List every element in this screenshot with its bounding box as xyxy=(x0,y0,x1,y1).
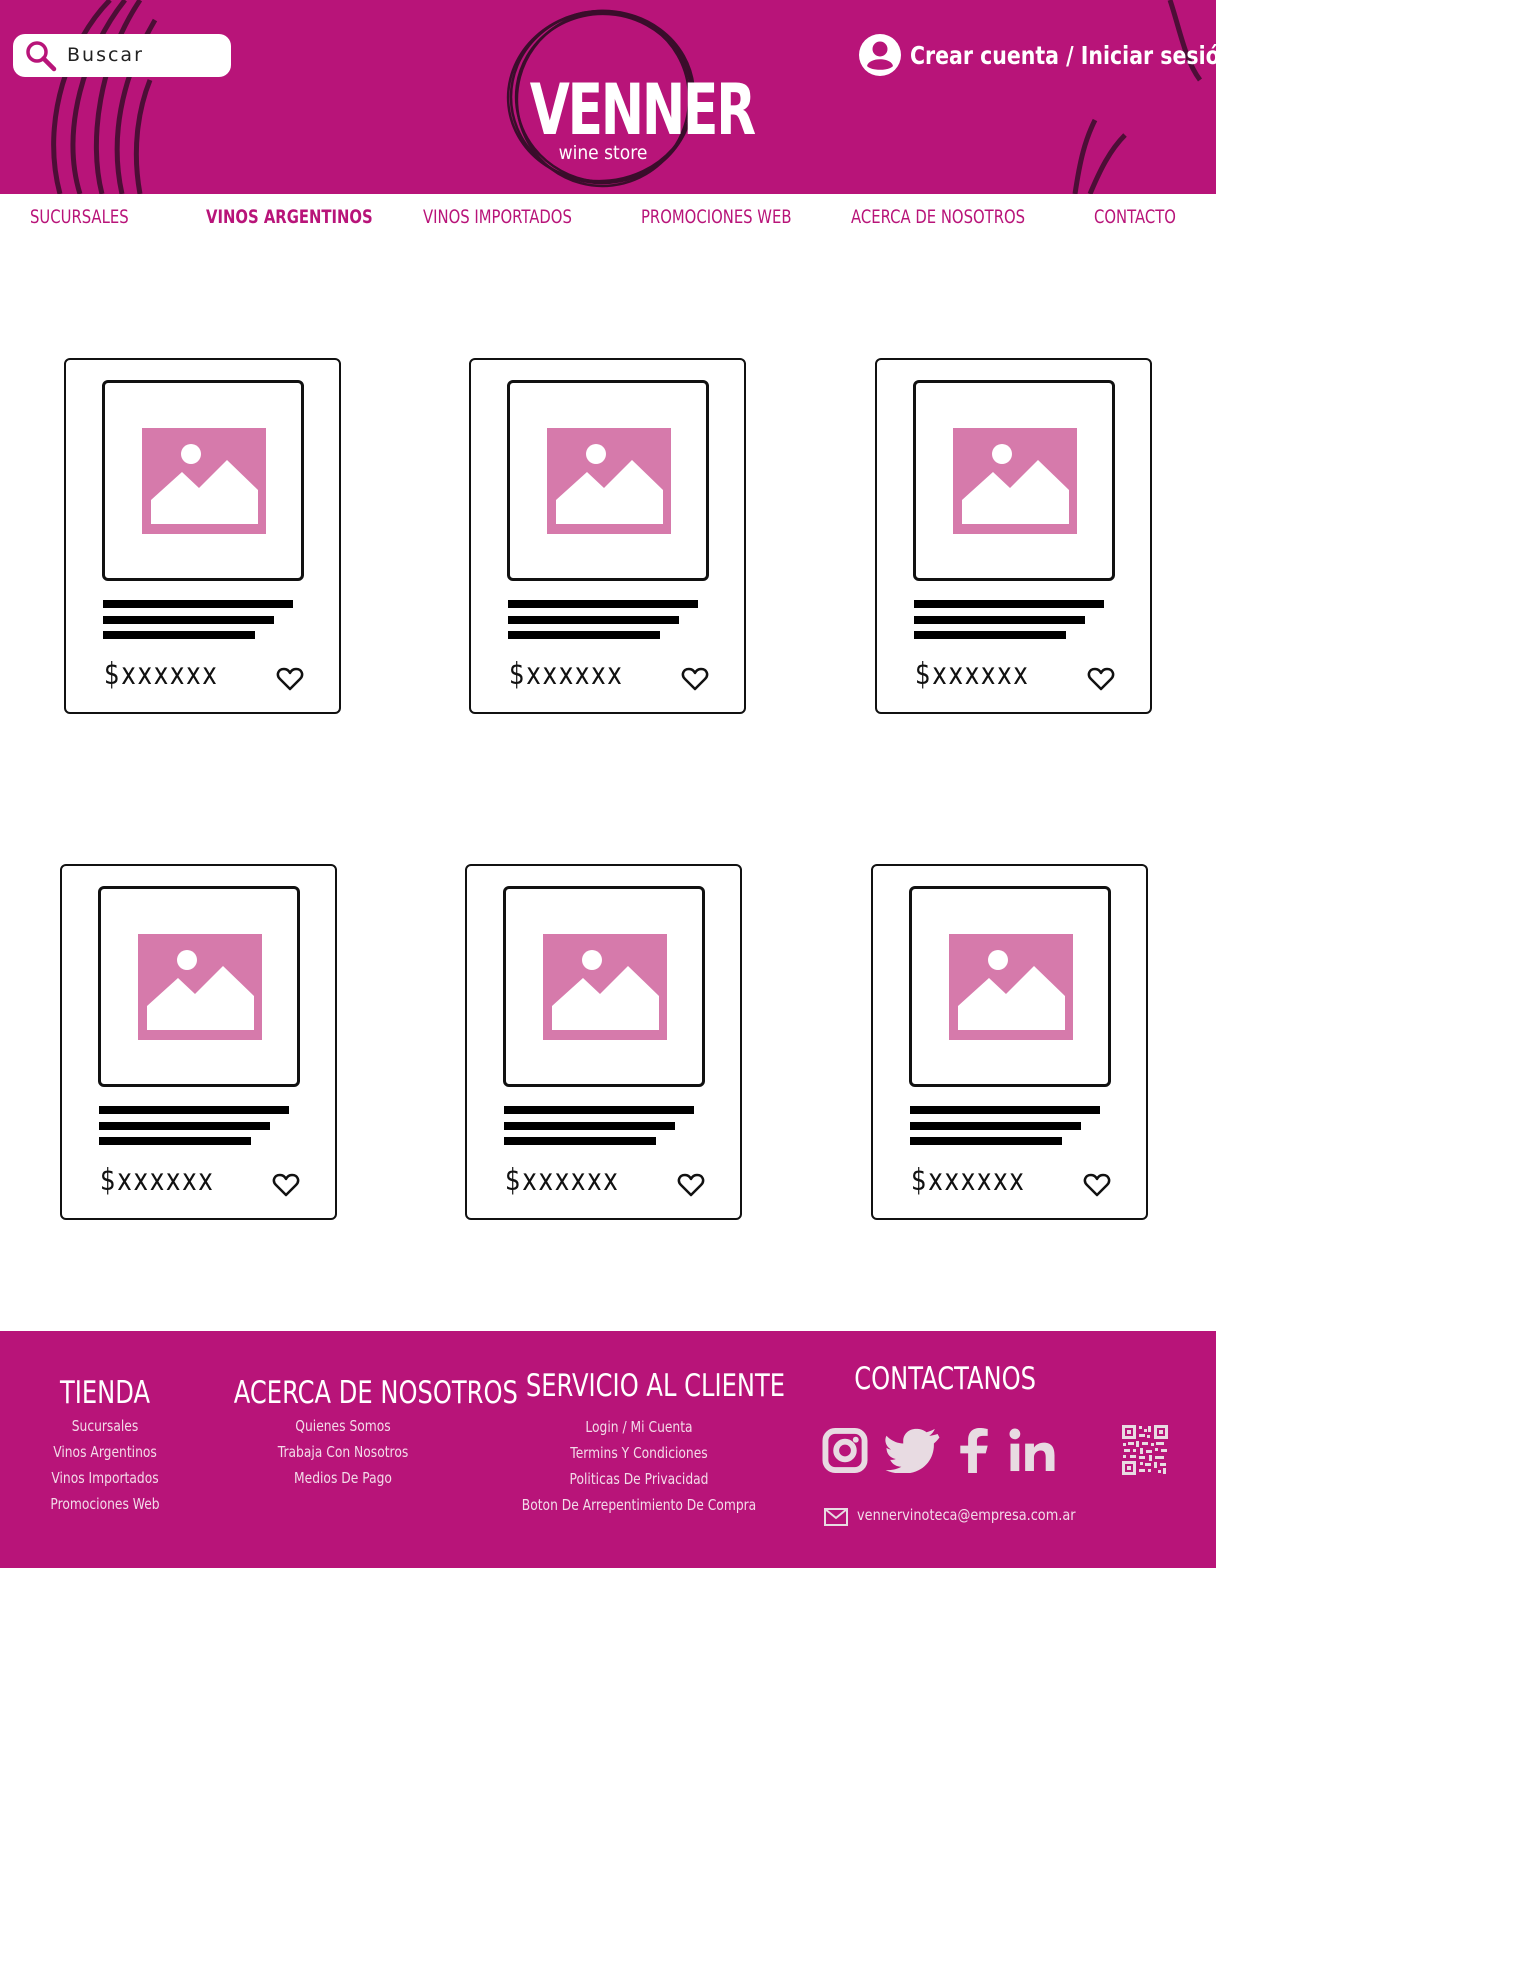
product-title-line xyxy=(914,616,1085,624)
image-placeholder-icon xyxy=(953,428,1077,534)
product-card[interactable]: $xxxxxx xyxy=(469,358,746,714)
product-title-line xyxy=(508,616,679,624)
product-price: $xxxxxx xyxy=(509,657,624,692)
product-card[interactable]: $xxxxxx xyxy=(871,864,1148,1220)
product-price: $xxxxxx xyxy=(915,657,1030,692)
image-placeholder-icon xyxy=(547,428,671,534)
product-title-line xyxy=(504,1122,675,1130)
product-card[interactable]: $xxxxxx xyxy=(875,358,1152,714)
footer-link-vinos-importados[interactable]: Vinos Importados xyxy=(27,1469,183,1487)
heart-icon[interactable] xyxy=(1083,1171,1111,1199)
search-box[interactable] xyxy=(13,34,231,77)
nav-item-contacto[interactable]: CONTACTO xyxy=(1094,206,1176,228)
footer-acerca-title: ACERCA DE NOSOTROS xyxy=(233,1375,518,1411)
product-price: $xxxxxx xyxy=(100,1163,215,1198)
product-title-line xyxy=(103,600,293,608)
footer-link-vinos-argentinos[interactable]: Vinos Argentinos xyxy=(27,1443,183,1461)
product-title-line xyxy=(504,1106,694,1114)
footer-link-login[interactable]: Login / Mi Cuenta xyxy=(520,1418,758,1436)
product-price: $xxxxxx xyxy=(505,1163,620,1198)
product-title-line xyxy=(504,1137,656,1145)
heart-icon[interactable] xyxy=(276,665,304,693)
footer-tienda-title: TIENDA xyxy=(59,1375,150,1411)
product-title-line xyxy=(99,1122,270,1130)
product-title-line xyxy=(914,631,1066,639)
linkedin-icon[interactable] xyxy=(1008,1428,1056,1473)
venner-logo[interactable]: VENNER wine store xyxy=(504,8,756,188)
footer-link-quienes-somos[interactable]: Quienes Somos xyxy=(228,1417,458,1435)
account-label[interactable]: Crear cuenta / Iniciar sesión xyxy=(910,41,1216,70)
product-title-line xyxy=(910,1106,1100,1114)
product-title-line xyxy=(508,631,660,639)
footer-acerca-column: ACERCA DE NOSOTROS Quienes Somos Trabaja… xyxy=(203,1375,518,1487)
main-nav: SUCURSALES VINOS ARGENTINOS VINOS IMPORT… xyxy=(0,194,1216,242)
footer-tienda-column: TIENDA Sucursales Vinos Argentinos Vinos… xyxy=(10,1375,200,1513)
product-image-frame[interactable] xyxy=(507,380,709,581)
image-placeholder-icon xyxy=(142,428,266,534)
image-placeholder-icon xyxy=(543,934,667,1040)
product-title-line xyxy=(910,1137,1062,1145)
instagram-icon[interactable] xyxy=(822,1428,868,1473)
product-card[interactable]: $xxxxxx xyxy=(60,864,337,1220)
heart-icon[interactable] xyxy=(1087,665,1115,693)
footer-link-sucursales[interactable]: Sucursales xyxy=(27,1417,183,1435)
footer-link-privacidad[interactable]: Politicas De Privacidad xyxy=(520,1470,758,1488)
account-link[interactable]: Crear cuenta / Iniciar sesión xyxy=(858,33,1216,77)
product-image-frame[interactable] xyxy=(102,380,304,581)
footer-servicio-title: SERVICIO AL CLIENTE xyxy=(525,1368,786,1404)
image-placeholder-icon xyxy=(949,934,1073,1040)
footer-link-terminos[interactable]: Termins Y Condiciones xyxy=(520,1444,758,1462)
footer-link-medios-de-pago[interactable]: Medios De Pago xyxy=(228,1469,458,1487)
logo-name: VENNER xyxy=(529,69,756,151)
product-title-line xyxy=(103,616,274,624)
heart-icon[interactable] xyxy=(272,1171,300,1199)
footer-link-promociones-web[interactable]: Promociones Web xyxy=(27,1495,183,1513)
product-title-line xyxy=(99,1137,251,1145)
product-image-frame[interactable] xyxy=(503,886,705,1087)
site-header: VENNER wine store Crear cuenta / Iniciar… xyxy=(0,0,1216,194)
product-title-line xyxy=(910,1122,1081,1130)
heart-icon[interactable] xyxy=(681,665,709,693)
nav-item-vinos-importados[interactable]: VINOS IMPORTADOS xyxy=(423,206,572,228)
product-image-frame[interactable] xyxy=(909,886,1111,1087)
product-image-frame[interactable] xyxy=(913,380,1115,581)
twitter-icon[interactable] xyxy=(884,1428,942,1473)
product-title-line xyxy=(99,1106,289,1114)
heart-icon[interactable] xyxy=(677,1171,705,1199)
footer-contacto-title: CONTACTANOS xyxy=(854,1361,1037,1397)
footer-link-trabaja-con-nosotros[interactable]: Trabaja Con Nosotros xyxy=(228,1443,458,1461)
product-title-line xyxy=(103,631,255,639)
product-image-frame[interactable] xyxy=(98,886,300,1087)
facebook-icon[interactable] xyxy=(956,1428,992,1473)
nav-item-vinos-argentinos[interactable]: VINOS ARGENTINOS xyxy=(206,206,373,228)
product-card[interactable]: $xxxxxx xyxy=(64,358,341,714)
product-price: $xxxxxx xyxy=(104,657,219,692)
product-title-line xyxy=(508,600,698,608)
image-placeholder-icon xyxy=(138,934,262,1040)
contact-email[interactable]: vennervinoteca@empresa.com.ar xyxy=(857,1506,1076,1524)
product-price: $xxxxxx xyxy=(911,1163,1026,1198)
logo-tagline: wine store xyxy=(558,142,648,164)
search-icon[interactable] xyxy=(25,40,57,72)
mail-icon xyxy=(824,1508,848,1526)
nav-item-sucursales[interactable]: SUCURSALES xyxy=(30,206,129,228)
product-title-line xyxy=(914,600,1104,608)
user-icon[interactable] xyxy=(858,33,902,77)
nav-item-acerca-de-nosotros[interactable]: ACERCA DE NOSOTROS xyxy=(851,206,1025,228)
footer-contacto-column: CONTACTANOS xyxy=(830,1361,1050,1397)
nav-item-promociones-web[interactable]: PROMOCIONES WEB xyxy=(641,206,791,228)
footer-link-arrepentimiento[interactable]: Boton De Arrepentimiento De Compra xyxy=(520,1496,758,1514)
product-card[interactable]: $xxxxxx xyxy=(465,864,742,1220)
footer-servicio-column: SERVICIO AL CLIENTE Login / Mi Cuenta Te… xyxy=(494,1368,786,1514)
search-input[interactable] xyxy=(67,40,217,70)
qr-code-icon xyxy=(1122,1425,1168,1475)
